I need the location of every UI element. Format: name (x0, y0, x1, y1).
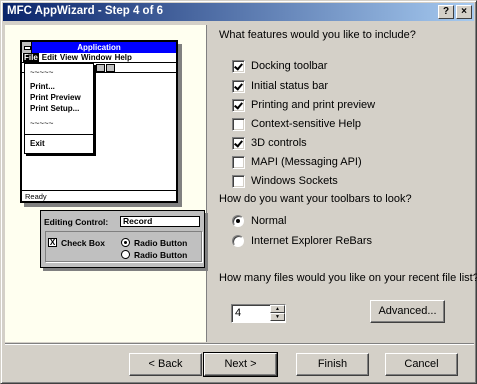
check-box-label: Check Box (61, 238, 105, 248)
radio-button-label: Radio Button (134, 250, 188, 260)
checkbox-context-help[interactable] (232, 118, 245, 131)
radio-button-icon (121, 238, 130, 247)
preview-app-window: Application File Edit View Window Help ~~~~~… (20, 40, 178, 203)
preview-menu-help: Help (114, 53, 132, 62)
advanced-button[interactable]: Advanced... (370, 300, 445, 323)
menu-item-print: Print... (30, 82, 55, 91)
finish-button[interactable]: Finish (296, 353, 369, 376)
checkbox-printing[interactable] (232, 99, 245, 112)
context-help-label[interactable]: Context-sensitive Help (251, 118, 361, 130)
preview-controls-panel: Editing Control: Record X Check Box Radi… (40, 210, 205, 268)
title-bar[interactable]: MFC AppWizard - Step 4 of 6 ? × (3, 3, 474, 21)
editing-control-label: Editing Control: (44, 217, 109, 227)
next-button[interactable]: Next > (203, 352, 278, 377)
close-icon[interactable]: × (456, 5, 472, 19)
checkbox-3d-controls[interactable] (232, 137, 245, 150)
toolbar-button-icon (106, 64, 115, 72)
preview-menu-window: Window (80, 53, 112, 62)
recent-files-question: How many files would you like on your re… (219, 272, 477, 284)
menu-item-exit: Exit (30, 139, 45, 148)
editing-control-field: Record (120, 216, 200, 227)
preview-app-title: Application (22, 42, 176, 53)
preview-status-bar: Ready (22, 190, 176, 201)
preview-menu-edit: Edit (41, 53, 57, 62)
initial-status-bar-label[interactable]: Initial status bar (251, 80, 328, 92)
check-box-icon: X (48, 238, 57, 247)
recent-files-stepper[interactable]: 4 ▲ ▼ (231, 304, 286, 323)
spin-down-icon[interactable]: ▼ (270, 313, 285, 321)
recent-files-value[interactable]: 4 (235, 307, 241, 319)
preview-menu-view: View (59, 53, 78, 62)
checkbox-docking-toolbar[interactable] (232, 60, 245, 73)
rebars-label[interactable]: Internet Explorer ReBars (251, 235, 372, 247)
preview-menu-file: File (23, 53, 39, 62)
menu-squiggle: ~~~~~ (30, 119, 54, 128)
preview-menu-bar: File Edit View Window Help (22, 53, 176, 63)
back-button[interactable]: < Back (129, 353, 202, 376)
features-question: What features would you like to include? (219, 29, 416, 41)
spin-up-icon[interactable]: ▲ (270, 305, 285, 313)
toolbars-question: How do you want your toolbars to look? (219, 193, 412, 205)
appwizard-dialog: MFC AppWizard - Step 4 of 6 ? × Applicat… (0, 0, 477, 384)
normal-label[interactable]: Normal (251, 215, 286, 227)
window-title: MFC AppWizard - Step 4 of 6 (7, 5, 163, 17)
3d-controls-label[interactable]: 3D controls (251, 137, 307, 149)
divider (5, 343, 474, 345)
radio-normal[interactable] (232, 215, 244, 227)
checkbox-windows-sockets[interactable] (232, 175, 245, 188)
menu-item-print-setup: Print Setup... (30, 104, 80, 113)
menu-item-print-preview: Print Preview (30, 93, 81, 102)
menu-squiggle: ~~~~~ (30, 68, 54, 77)
cancel-button[interactable]: Cancel (385, 353, 458, 376)
help-icon[interactable]: ? (438, 5, 454, 19)
mapi-label[interactable]: MAPI (Messaging API) (251, 156, 362, 168)
checkbox-mapi[interactable] (232, 156, 245, 169)
printing-label[interactable]: Printing and print preview (251, 99, 375, 111)
radio-rebars[interactable] (232, 235, 244, 247)
radio-button-icon (121, 250, 130, 259)
radio-button-label: Radio Button (134, 238, 188, 248)
windows-sockets-label[interactable]: Windows Sockets (251, 175, 338, 187)
docking-toolbar-label[interactable]: Docking toolbar (251, 60, 327, 72)
preview-file-menu: ~~~~~ Print... Print Preview Print Setup… (24, 63, 94, 154)
checkbox-initial-status-bar[interactable] (232, 80, 245, 93)
preview-pane: Application File Edit View Window Help ~~~~~… (5, 25, 207, 342)
menu-separator (25, 134, 93, 135)
system-menu-icon (22, 42, 32, 53)
toolbar-button-icon (96, 64, 105, 72)
